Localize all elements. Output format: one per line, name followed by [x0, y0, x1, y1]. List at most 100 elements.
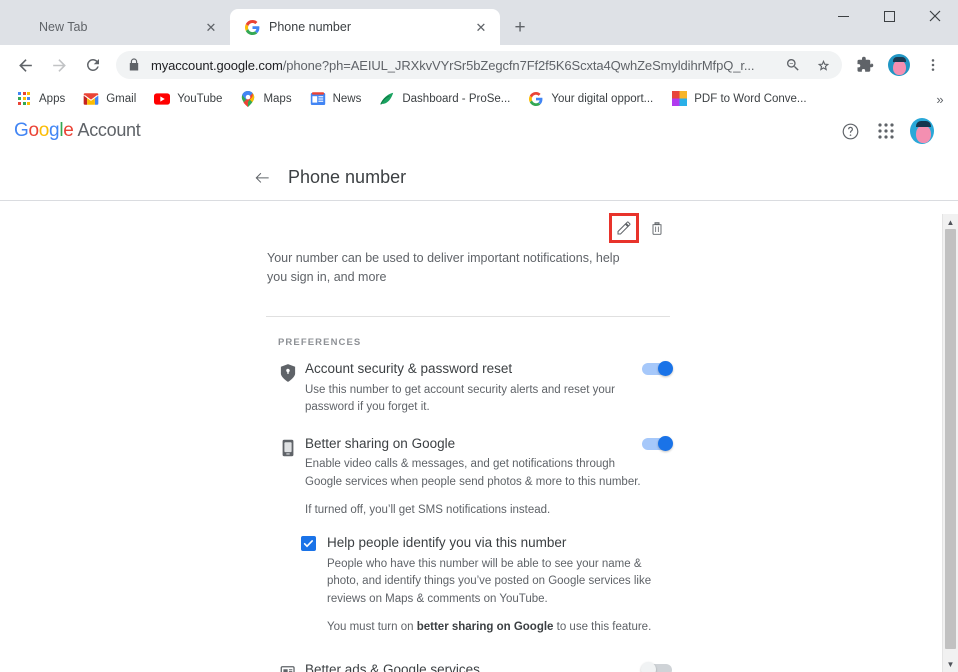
card-actions	[250, 201, 696, 241]
puzzle-piece-icon[interactable]	[851, 51, 879, 79]
close-icon[interactable]: ✕	[202, 18, 220, 36]
back-arrow-icon[interactable]	[250, 166, 274, 190]
gmail-icon	[83, 91, 99, 107]
reload-icon[interactable]	[79, 51, 107, 79]
sub-preference-body: Help people identify you via this number…	[316, 534, 652, 639]
sub-preference-subtitle: People who have this number will be able…	[327, 556, 652, 610]
logo-suffix: Account	[78, 120, 141, 140]
profile-avatar[interactable]	[885, 51, 913, 79]
browser-tab-strip: New Tab ✕ Phone number ✕ +	[0, 0, 958, 45]
google-account-header: GoogleAccount	[0, 107, 958, 155]
phone-number-card: Your number can be used to deliver impor…	[250, 201, 696, 672]
preference-body: Better sharing on Google Enable video ca…	[300, 435, 642, 522]
toggle-wrapper	[642, 360, 696, 419]
checkbox-help-people-identify[interactable]	[301, 536, 316, 551]
youtube-icon	[154, 91, 170, 107]
bookmark-label: PDF to Word Conve...	[694, 93, 806, 105]
window-controls	[820, 0, 958, 32]
scrollbar-thumb[interactable]	[945, 229, 956, 649]
address-bar[interactable]: myaccount.google.com/phone?ph=AEIUL_JRXk…	[116, 51, 842, 79]
url-path: /phone?ph=AEIUL_JRXkvVYrSr5bZegcfn7Ff2f5…	[283, 58, 755, 73]
browser-tab-phone-number[interactable]: Phone number ✕	[230, 9, 500, 45]
bookmark-label: News	[333, 93, 362, 105]
header-actions	[838, 107, 934, 155]
google-g-icon	[528, 91, 544, 107]
scroll-up-arrow[interactable]: ▲	[943, 214, 958, 230]
toggle-wrapper	[642, 661, 696, 672]
url-text: myaccount.google.com/phone?ph=AEIUL_JRXk…	[151, 58, 778, 73]
close-icon[interactable]: ✕	[472, 18, 490, 36]
note-bold: better sharing on Google	[417, 621, 554, 633]
bookmark-label: Maps	[263, 93, 291, 105]
sub-preference-note: You must turn on better sharing on Googl…	[327, 610, 652, 638]
close-window-button[interactable]	[912, 0, 958, 32]
preference-title: Better sharing on Google	[305, 435, 642, 457]
bookmark-label: Gmail	[106, 93, 136, 105]
sub-preference-help-people-identify[interactable]: Help people identify you via this number…	[250, 524, 696, 639]
tab-title: Phone number	[269, 20, 466, 34]
prose-icon	[379, 91, 395, 107]
toggle-better-ads[interactable]	[642, 664, 672, 672]
phone-device-icon	[276, 436, 300, 460]
note-suffix: to use this feature.	[553, 621, 651, 633]
omnibox-actions	[778, 52, 838, 78]
tab-favicon-placeholder	[14, 19, 30, 35]
note-prefix: You must turn on	[327, 621, 417, 633]
page-scrollbar[interactable]: ▲ ▼	[942, 214, 958, 672]
preference-body: Account security & password reset Use th…	[300, 360, 642, 419]
google-account-logo[interactable]: GoogleAccount	[14, 120, 140, 142]
preference-row-account-security[interactable]: Account security & password reset Use th…	[250, 352, 696, 421]
bookmark-label: Apps	[39, 93, 65, 105]
bookmark-label: Dashboard - ProSe...	[402, 93, 510, 105]
account-avatar[interactable]	[910, 119, 934, 143]
preference-subtitle: Use this number to get account security …	[305, 382, 642, 419]
preference-row-better-sharing[interactable]: Better sharing on Google Enable video ca…	[250, 421, 696, 524]
pencil-edit-icon[interactable]	[612, 216, 636, 240]
trash-delete-icon[interactable]	[644, 215, 670, 241]
star-icon[interactable]	[810, 52, 836, 78]
preference-subtitle: Enable video calls & messages, and get n…	[305, 456, 642, 493]
card-description: Your number can be used to deliver impor…	[250, 241, 670, 288]
url-host: myaccount.google.com	[151, 58, 283, 73]
page-viewport: GoogleAccount Phone number	[0, 107, 958, 672]
preference-row-better-ads[interactable]: Better ads & Google services Use this nu…	[250, 639, 696, 672]
preference-subtitle-secondary: If turned off, you’ll get SMS notificati…	[305, 493, 642, 521]
help-circle-icon[interactable]	[838, 119, 862, 143]
page-title: Phone number	[288, 167, 406, 188]
bookmark-label: Your digital opport...	[551, 93, 653, 105]
lock-icon[interactable]	[128, 58, 142, 72]
preferences-section-label: PREFERENCES	[250, 317, 696, 352]
bookmark-label: YouTube	[177, 93, 222, 105]
tab-title: New Tab	[39, 20, 196, 34]
shield-security-icon	[276, 361, 300, 385]
magnifier-minus-icon[interactable]	[780, 52, 806, 78]
google-g-icon	[244, 19, 260, 35]
google-news-icon	[310, 91, 326, 107]
colored-squares-icon	[671, 91, 687, 107]
sub-preference-title: Help people identify you via this number	[327, 534, 652, 556]
scroll-down-arrow[interactable]: ▼	[943, 656, 958, 672]
browser-toolbar: myaccount.google.com/phone?ph=AEIUL_JRXk…	[0, 45, 958, 85]
minimize-button[interactable]	[820, 0, 866, 32]
new-tab-button[interactable]: +	[506, 13, 534, 41]
google-apps-grid-icon[interactable]	[874, 119, 898, 143]
preference-body: Better ads & Google services Use this nu…	[300, 661, 642, 672]
page-title-row: Phone number	[0, 155, 958, 201]
forward-arrow-icon	[45, 51, 73, 79]
toggle-wrapper	[642, 435, 696, 522]
toggle-account-security[interactable]	[642, 363, 672, 375]
maximize-button[interactable]	[866, 0, 912, 32]
three-dot-menu-icon[interactable]	[919, 51, 947, 79]
toggle-knob	[641, 662, 656, 672]
toggle-better-sharing[interactable]	[642, 438, 672, 450]
maps-pin-icon	[240, 91, 256, 107]
ads-document-icon	[276, 662, 300, 672]
preference-title: Account security & password reset	[305, 360, 642, 382]
browser-tab-new-tab[interactable]: New Tab ✕	[0, 9, 230, 45]
back-arrow-icon[interactable]	[11, 51, 39, 79]
page-content: Your number can be used to deliver impor…	[0, 201, 958, 672]
apps-grid-icon	[16, 91, 32, 107]
toggle-knob	[658, 436, 673, 451]
preference-title: Better ads & Google services	[305, 661, 642, 672]
toggle-knob	[658, 361, 673, 376]
